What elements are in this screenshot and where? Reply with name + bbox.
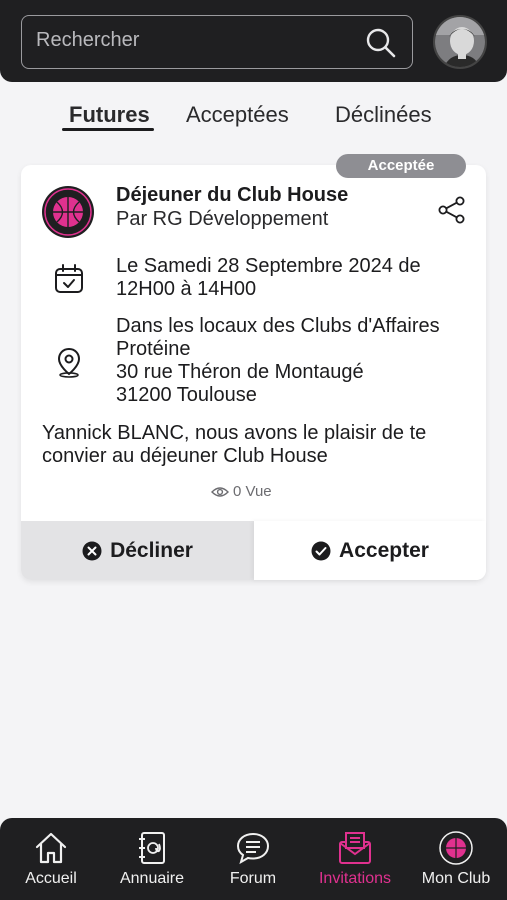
envelope-icon	[339, 832, 371, 864]
invitation-card: Déjeuner du Club House Par RG Développem…	[21, 165, 486, 580]
location-line: Dans les locaux des Clubs d'Affaires	[116, 315, 440, 337]
nav-label: Forum	[229, 870, 277, 887]
event-time-line: 12H00 à 14H00	[116, 278, 257, 300]
search-input[interactable]: Rechercher	[21, 15, 413, 69]
status-badge: Acceptée	[336, 154, 466, 178]
location-line: Protéine	[116, 338, 191, 360]
tab-futures[interactable]: Futures	[69, 102, 150, 128]
top-bar: Rechercher	[0, 0, 507, 82]
eye-icon	[211, 486, 229, 497]
nav-invitations[interactable]: Invitations	[310, 830, 400, 888]
club-logo-icon	[439, 831, 473, 865]
invitation-tabs: Futures Acceptées Déclinées	[0, 98, 507, 138]
check-circle-icon	[311, 541, 331, 560]
location-pin-icon	[57, 347, 81, 378]
contacts-book-icon	[139, 832, 165, 864]
bottom-nav: Accueil Annuaire Forum Invitations Mon C…	[0, 818, 507, 900]
nav-mon-club[interactable]: Mon Club	[411, 830, 501, 888]
tab-declinees[interactable]: Déclinées	[335, 102, 432, 128]
location-line: 30 rue Théron de Montaugé	[116, 361, 364, 383]
search-icon[interactable]	[364, 26, 398, 60]
nav-label: Invitations	[318, 870, 392, 887]
event-date-line: Le Samedi 28 Septembre 2024 de	[116, 255, 421, 277]
active-tab-indicator	[62, 128, 154, 131]
invitation-message-line: Yannick BLANC, nous avons le plaisir de …	[42, 422, 427, 444]
home-icon	[35, 832, 67, 864]
decline-button[interactable]: Décliner	[21, 521, 254, 580]
event-organizer: Par RG Développement	[116, 208, 329, 230]
search-placeholder: Rechercher	[36, 29, 140, 51]
tab-acceptees[interactable]: Acceptées	[186, 102, 289, 128]
calendar-icon	[55, 264, 83, 293]
share-icon[interactable]	[437, 195, 467, 225]
decline-label: Décliner	[110, 538, 193, 562]
location-line: 31200 Toulouse	[116, 384, 257, 406]
nav-label: Accueil	[25, 870, 77, 887]
invitation-message-line: convier au déjeuner Club House	[42, 445, 328, 467]
nav-label: Mon Club	[421, 870, 491, 887]
nav-forum[interactable]: Forum	[208, 830, 298, 888]
view-count-label: 0 Vue	[233, 483, 272, 500]
view-count: 0 Vue	[211, 483, 272, 500]
cancel-circle-icon	[82, 541, 102, 560]
nav-annuaire[interactable]: Annuaire	[107, 830, 197, 888]
nav-accueil[interactable]: Accueil	[6, 830, 96, 888]
accept-label: Accepter	[339, 538, 429, 562]
club-logo	[42, 186, 94, 238]
nav-label: Annuaire	[119, 870, 185, 887]
avatar[interactable]	[433, 15, 487, 69]
accept-button[interactable]: Accepter	[254, 521, 486, 580]
event-title: Déjeuner du Club House	[116, 184, 349, 206]
chat-bubble-icon	[236, 832, 270, 865]
